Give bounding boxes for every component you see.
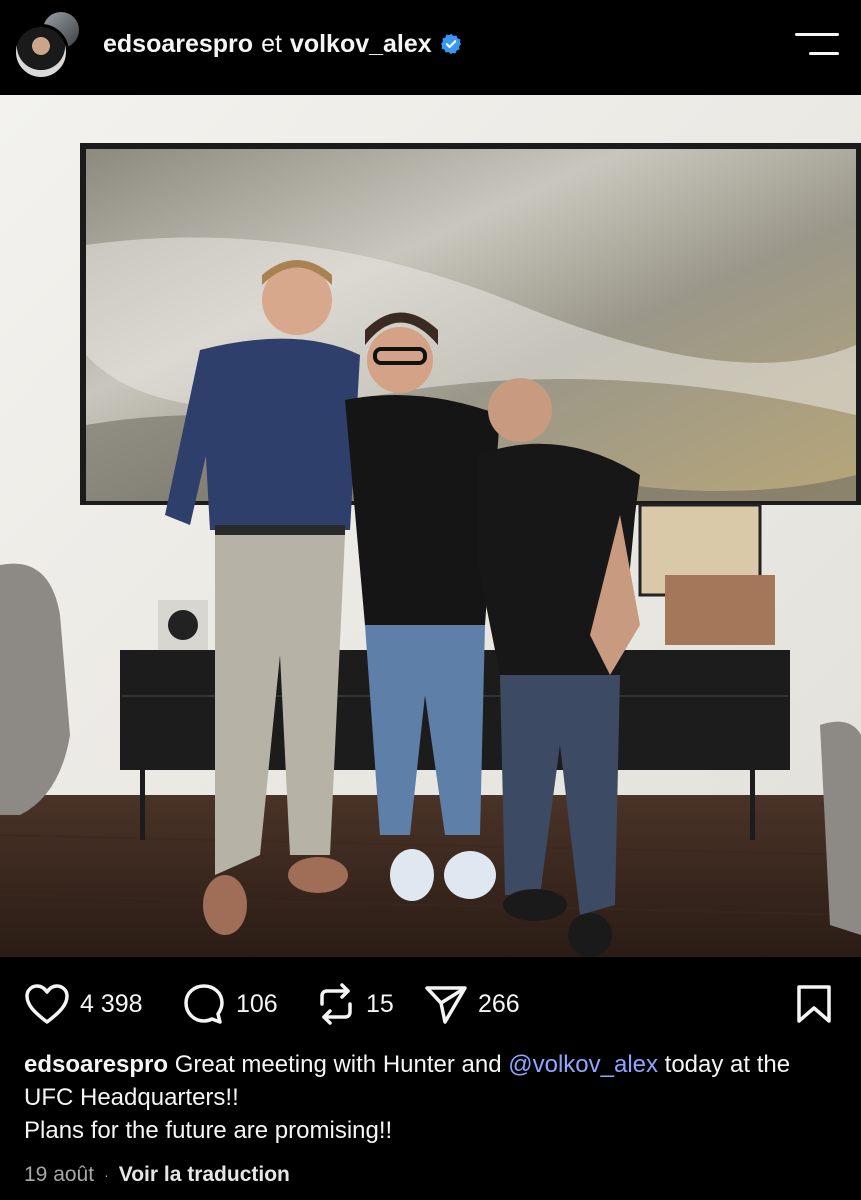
send-icon[interactable] — [424, 983, 468, 1025]
photo-image — [0, 95, 861, 957]
comment-count: 106 — [236, 989, 278, 1018]
comment-icon[interactable] — [182, 982, 226, 1026]
translate-link[interactable]: Voir la traduction — [119, 1163, 290, 1187]
caption-line-2: Plans for the future are promising!! — [24, 1117, 393, 1144]
avatar-edsoarespro[interactable] — [13, 24, 69, 80]
meta-separator: · — [104, 1167, 109, 1183]
username-joiner: et — [261, 29, 282, 58]
caption-text-1: Great meeting with Hunter and — [168, 1051, 509, 1078]
repost-count: 15 — [366, 989, 394, 1018]
username-primary[interactable]: edsoarespro — [103, 30, 253, 59]
repost-action[interactable]: 15 — [316, 982, 394, 1026]
post-caption: edsoarespro Great meeting with Hunter an… — [24, 1048, 834, 1147]
caption-username[interactable]: edsoarespro — [24, 1051, 168, 1078]
bookmark-icon[interactable] — [795, 984, 833, 1024]
caption-line-1: edsoarespro Great meeting with Hunter an… — [24, 1048, 834, 1114]
share-count: 266 — [478, 989, 520, 1018]
collab-usernames: edsoarespro et volkov_alex — [103, 26, 462, 62]
post-date: 19 août — [24, 1163, 95, 1186]
username-secondary[interactable]: volkov_alex — [290, 30, 432, 59]
comment-action[interactable]: 106 — [182, 982, 278, 1026]
share-action[interactable]: 266 — [424, 982, 520, 1026]
heart-icon[interactable] — [24, 983, 70, 1025]
post-photo[interactable] — [0, 95, 861, 957]
post-header: edsoarespro et volkov_alex — [0, 0, 861, 95]
caption-mention[interactable]: @volkov_alex — [508, 1051, 658, 1078]
like-action[interactable]: 4 398 — [24, 982, 143, 1026]
repost-icon[interactable] — [316, 982, 356, 1026]
hamburger-menu-icon[interactable] — [795, 30, 839, 60]
verified-badge-icon — [440, 33, 461, 55]
collab-avatars[interactable] — [13, 10, 83, 80]
post-actions: 4 398 106 15 266 — [0, 970, 861, 1040]
like-count: 4 398 — [80, 989, 143, 1018]
post-meta: 19 août · Voir la traduction — [24, 1159, 290, 1191]
